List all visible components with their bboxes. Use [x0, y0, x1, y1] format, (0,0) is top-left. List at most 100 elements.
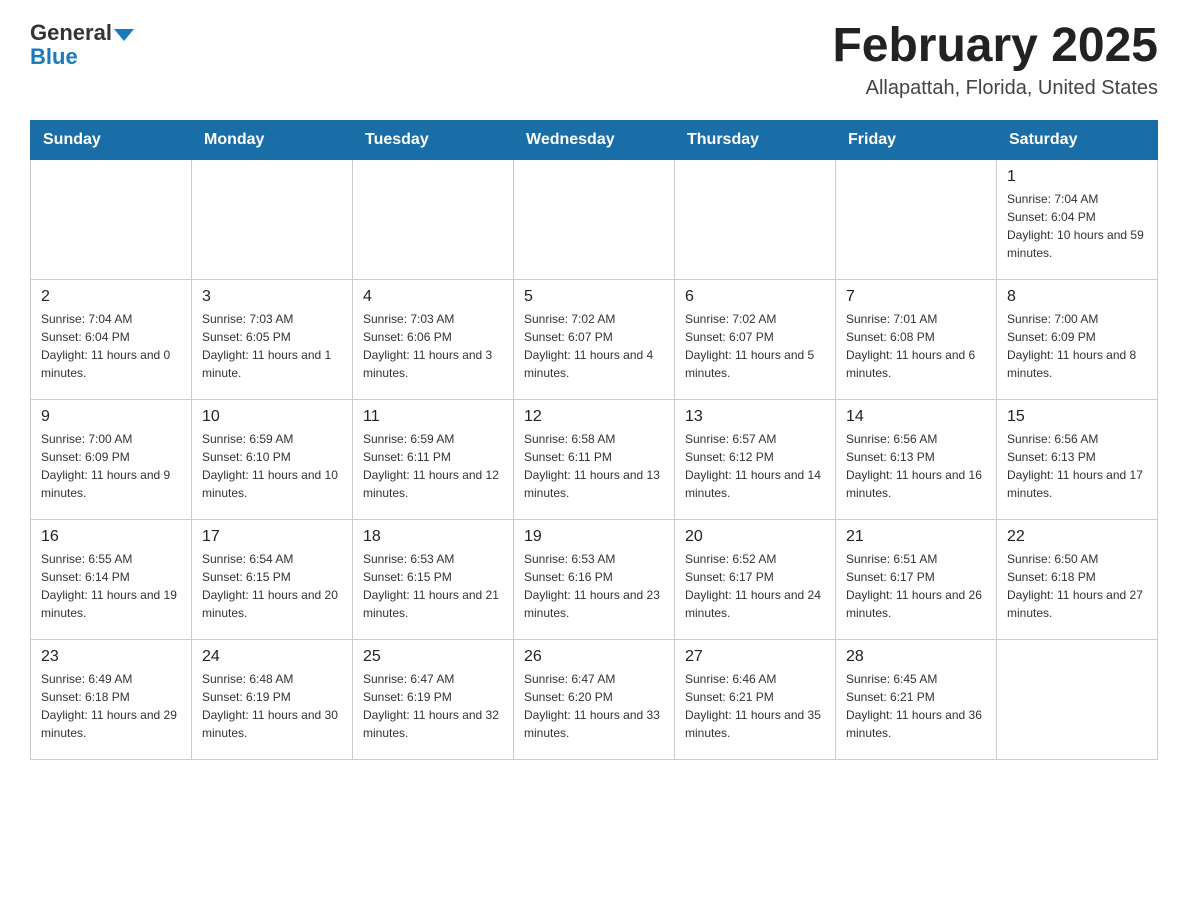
day-info: Sunrise: 7:03 AM Sunset: 6:05 PM Dayligh… — [202, 310, 342, 382]
day-info: Sunrise: 6:47 AM Sunset: 6:19 PM Dayligh… — [363, 670, 503, 742]
day-number: 1 — [1007, 168, 1147, 186]
day-info: Sunrise: 7:02 AM Sunset: 6:07 PM Dayligh… — [685, 310, 825, 382]
page-header: General Blue February 2025 Allapattah, F… — [30, 20, 1158, 100]
calendar-cell: 19 Sunrise: 6:53 AM Sunset: 6:16 PM Dayli… — [514, 519, 675, 639]
day-number: 7 — [846, 288, 986, 306]
day-number: 16 — [41, 528, 181, 546]
calendar-cell: 2Sunrise: 7:04 AM Sunset: 6:04 PM Daylig… — [31, 279, 192, 399]
calendar-cell: 24 Sunrise: 6:48 AM Sunset: 6:19 PM Dayli… — [192, 639, 353, 759]
day-number: 18 — [363, 528, 503, 546]
day-number: 19 — [524, 528, 664, 546]
day-number: 9 — [41, 408, 181, 426]
calendar-cell: 28 Sunrise: 6:45 AM Sunset: 6:21 PM Dayli… — [836, 639, 997, 759]
day-number: 4 — [363, 288, 503, 306]
calendar-cell: 25 Sunrise: 6:47 AM Sunset: 6:19 PM Dayli… — [353, 639, 514, 759]
calendar-cell: 27 Sunrise: 6:46 AM Sunset: 6:21 PM Dayli… — [675, 639, 836, 759]
calendar-cell: 18 Sunrise: 6:53 AM Sunset: 6:15 PM Dayli… — [353, 519, 514, 639]
day-info: Sunrise: 6:56 AM Sunset: 6:13 PM Dayligh… — [1007, 430, 1147, 502]
day-number: 10 — [202, 408, 342, 426]
logo-general-text: General — [30, 20, 112, 46]
calendar-cell: 23Sunrise: 6:49 AM Sunset: 6:18 PM Dayli… — [31, 639, 192, 759]
day-info: Sunrise: 6:59 AM Sunset: 6:11 PM Dayligh… — [363, 430, 503, 502]
day-info: Sunrise: 6:53 AM Sunset: 6:16 PM Dayligh… — [524, 550, 664, 622]
day-info: Sunrise: 6:54 AM Sunset: 6:15 PM Dayligh… — [202, 550, 342, 622]
day-of-week-header: Tuesday — [353, 120, 514, 159]
day-number: 24 — [202, 648, 342, 666]
day-of-week-header: Thursday — [675, 120, 836, 159]
calendar-cell: 26 Sunrise: 6:47 AM Sunset: 6:20 PM Dayli… — [514, 639, 675, 759]
calendar-cell: 13 Sunrise: 6:57 AM Sunset: 6:12 PM Dayli… — [675, 399, 836, 519]
calendar-cell: 9 Sunrise: 7:00 AM Sunset: 6:09 PM Daylig… — [31, 399, 192, 519]
calendar-week-row: 9 Sunrise: 7:00 AM Sunset: 6:09 PM Daylig… — [31, 399, 1158, 519]
day-info: Sunrise: 6:51 AM Sunset: 6:17 PM Dayligh… — [846, 550, 986, 622]
day-number: 11 — [363, 408, 503, 426]
calendar-week-row: 16Sunrise: 6:55 AM Sunset: 6:14 PM Dayli… — [31, 519, 1158, 639]
day-number: 28 — [846, 648, 986, 666]
day-info: Sunrise: 7:01 AM Sunset: 6:08 PM Dayligh… — [846, 310, 986, 382]
day-of-week-header: Friday — [836, 120, 997, 159]
calendar-header-row: SundayMondayTuesdayWednesdayThursdayFrid… — [31, 120, 1158, 159]
logo: General Blue — [30, 20, 134, 70]
day-info: Sunrise: 6:58 AM Sunset: 6:11 PM Dayligh… — [524, 430, 664, 502]
day-info: Sunrise: 6:57 AM Sunset: 6:12 PM Dayligh… — [685, 430, 825, 502]
day-info: Sunrise: 7:04 AM Sunset: 6:04 PM Dayligh… — [1007, 190, 1147, 262]
day-number: 8 — [1007, 288, 1147, 306]
calendar-cell — [353, 159, 514, 279]
day-number: 25 — [363, 648, 503, 666]
day-info: Sunrise: 7:00 AM Sunset: 6:09 PM Dayligh… — [1007, 310, 1147, 382]
day-info: Sunrise: 6:59 AM Sunset: 6:10 PM Dayligh… — [202, 430, 342, 502]
calendar-cell: 16Sunrise: 6:55 AM Sunset: 6:14 PM Dayli… — [31, 519, 192, 639]
day-info: Sunrise: 6:56 AM Sunset: 6:13 PM Dayligh… — [846, 430, 986, 502]
logo-arrow-icon — [114, 29, 134, 41]
calendar-cell — [192, 159, 353, 279]
calendar-cell — [836, 159, 997, 279]
calendar-cell: 3Sunrise: 7:03 AM Sunset: 6:05 PM Daylig… — [192, 279, 353, 399]
day-number: 2 — [41, 288, 181, 306]
day-number: 22 — [1007, 528, 1147, 546]
day-info: Sunrise: 6:48 AM Sunset: 6:19 PM Dayligh… — [202, 670, 342, 742]
day-number: 12 — [524, 408, 664, 426]
calendar-title: February 2025 — [832, 20, 1158, 73]
calendar-cell: 20Sunrise: 6:52 AM Sunset: 6:17 PM Dayli… — [675, 519, 836, 639]
day-info: Sunrise: 6:46 AM Sunset: 6:21 PM Dayligh… — [685, 670, 825, 742]
day-number: 5 — [524, 288, 664, 306]
calendar-cell — [675, 159, 836, 279]
calendar-cell: 6 Sunrise: 7:02 AM Sunset: 6:07 PM Daylig… — [675, 279, 836, 399]
calendar-cell: 12 Sunrise: 6:58 AM Sunset: 6:11 PM Dayli… — [514, 399, 675, 519]
day-info: Sunrise: 7:00 AM Sunset: 6:09 PM Dayligh… — [41, 430, 181, 502]
day-info: Sunrise: 7:03 AM Sunset: 6:06 PM Dayligh… — [363, 310, 503, 382]
calendar-cell: 15 Sunrise: 6:56 AM Sunset: 6:13 PM Dayli… — [997, 399, 1158, 519]
calendar-cell: 4 Sunrise: 7:03 AM Sunset: 6:06 PM Daylig… — [353, 279, 514, 399]
day-info: Sunrise: 6:50 AM Sunset: 6:18 PM Dayligh… — [1007, 550, 1147, 622]
day-number: 17 — [202, 528, 342, 546]
day-number: 26 — [524, 648, 664, 666]
day-number: 14 — [846, 408, 986, 426]
day-number: 6 — [685, 288, 825, 306]
calendar-week-row: 23Sunrise: 6:49 AM Sunset: 6:18 PM Dayli… — [31, 639, 1158, 759]
logo-blue-text: Blue — [30, 44, 78, 70]
day-info: Sunrise: 6:45 AM Sunset: 6:21 PM Dayligh… — [846, 670, 986, 742]
day-of-week-header: Wednesday — [514, 120, 675, 159]
calendar-cell: 7 Sunrise: 7:01 AM Sunset: 6:08 PM Daylig… — [836, 279, 997, 399]
day-info: Sunrise: 6:53 AM Sunset: 6:15 PM Dayligh… — [363, 550, 503, 622]
calendar-cell — [997, 639, 1158, 759]
day-number: 13 — [685, 408, 825, 426]
calendar-table: SundayMondayTuesdayWednesdayThursdayFrid… — [30, 120, 1158, 760]
calendar-cell: 17 Sunrise: 6:54 AM Sunset: 6:15 PM Dayli… — [192, 519, 353, 639]
day-of-week-header: Monday — [192, 120, 353, 159]
day-of-week-header: Saturday — [997, 120, 1158, 159]
calendar-week-row: 2Sunrise: 7:04 AM Sunset: 6:04 PM Daylig… — [31, 279, 1158, 399]
day-of-week-header: Sunday — [31, 120, 192, 159]
calendar-cell: 14 Sunrise: 6:56 AM Sunset: 6:13 PM Dayli… — [836, 399, 997, 519]
calendar-cell: 8 Sunrise: 7:00 AM Sunset: 6:09 PM Daylig… — [997, 279, 1158, 399]
calendar-subtitle: Allapattah, Florida, United States — [832, 77, 1158, 100]
day-number: 27 — [685, 648, 825, 666]
day-info: Sunrise: 6:47 AM Sunset: 6:20 PM Dayligh… — [524, 670, 664, 742]
day-number: 21 — [846, 528, 986, 546]
day-info: Sunrise: 7:02 AM Sunset: 6:07 PM Dayligh… — [524, 310, 664, 382]
day-number: 15 — [1007, 408, 1147, 426]
day-info: Sunrise: 6:52 AM Sunset: 6:17 PM Dayligh… — [685, 550, 825, 622]
calendar-cell: 5 Sunrise: 7:02 AM Sunset: 6:07 PM Daylig… — [514, 279, 675, 399]
calendar-cell: 10 Sunrise: 6:59 AM Sunset: 6:10 PM Dayli… — [192, 399, 353, 519]
calendar-cell — [31, 159, 192, 279]
